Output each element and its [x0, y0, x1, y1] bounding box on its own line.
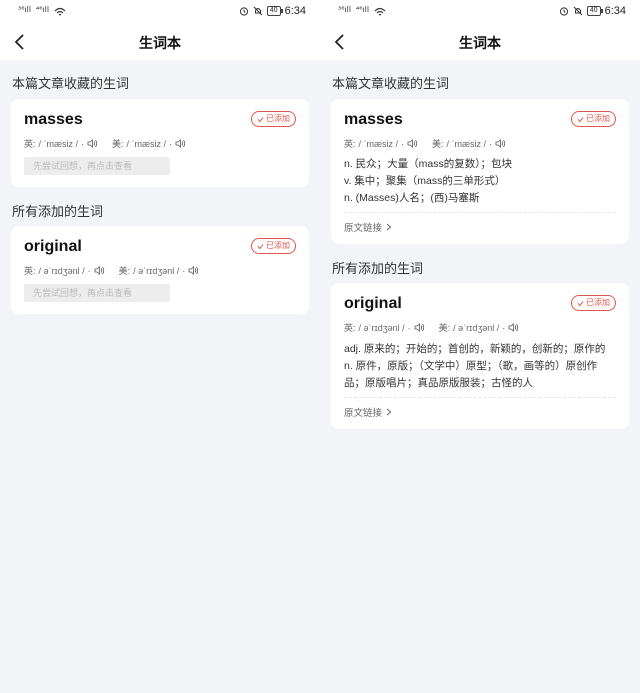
uk-label: 英:: [344, 323, 356, 333]
added-badge[interactable]: 已添加: [251, 111, 296, 127]
status-bar: ³⁶ıll ⁴⁶ıll 40 6:34: [320, 0, 640, 24]
definition-list: n. 民众；大量（mass的复数）；包块 v. 集中；聚集（mass的三单形式）…: [344, 156, 616, 207]
us-label: 美:: [432, 139, 444, 149]
word-card-original[interactable]: original 已添加 英: / əˈrɪdʒənl / · 美: / əˈr…: [11, 226, 309, 314]
uk-phonetic: / əˈrɪdʒənl /: [358, 322, 405, 333]
signal-1: ³⁶ıll: [18, 5, 32, 14]
screen-expanded: ³⁶ıll ⁴⁶ıll 40 6:34 生词本 本篇文章收藏的生词 masses…: [320, 0, 640, 693]
us-phonetic: / əˈrɪdʒənl /: [133, 265, 180, 276]
speaker-icon[interactable]: [87, 139, 98, 148]
uk-label: 英:: [24, 139, 36, 149]
added-label: 已添加: [586, 114, 610, 123]
page-title: 生词本: [139, 35, 181, 51]
screen-collapsed: ³⁶ıll ⁴⁶ıll 40 6:34 生词本 本篇文章收藏的生词 masses…: [0, 0, 320, 693]
clock: 6:34: [604, 5, 626, 17]
pronunciation-row: 英: / əˈrɪdʒənl / · 美: / əˈrɪdʒənl / ·: [24, 264, 199, 277]
uk-label: 英:: [344, 139, 356, 149]
us-label: 美:: [438, 323, 451, 333]
check-icon: [577, 300, 584, 306]
speaker-icon[interactable]: [508, 323, 519, 332]
word-card-masses[interactable]: masses 已添加 英: / ˈmæsiz / · 美: / ˈmæsiz /…: [11, 99, 309, 187]
wifi-icon: [54, 7, 66, 16]
definition-line: n. 民众；大量（mass的复数）；包块: [344, 158, 513, 170]
uk-phonetic: / ˈmæsiz /: [38, 138, 79, 149]
signal-1: ³⁶ıll: [338, 5, 352, 14]
speaker-icon[interactable]: [414, 323, 425, 332]
pronunciation-row: 英: / ˈmæsiz / · 美: / ˈmæsiz / ·: [24, 137, 186, 150]
speaker-icon[interactable]: [188, 266, 199, 275]
nav-bar: 生词本: [320, 24, 640, 60]
divider: [344, 397, 616, 398]
added-label: 已添加: [586, 298, 610, 307]
chevron-right-icon: [386, 408, 392, 416]
section-title-all: 所有添加的生词: [12, 204, 104, 219]
word-title: masses: [24, 111, 83, 128]
word-card-original[interactable]: original 已添加 英: / əˈrɪdʒənl / · 美: / əˈr…: [331, 283, 629, 429]
definition-line: adj. 原来的；开始的；首创的，新颖的，创新的；原作的: [344, 343, 606, 355]
pronunciation-row: 英: / əˈrɪdʒənl / · 美: / əˈrɪdʒənl / ·: [344, 321, 519, 334]
alarm-icon: [559, 7, 568, 16]
word-card-masses[interactable]: masses 已添加 英: / ˈmæsiz / · 美: / ˈmæsiz /…: [331, 99, 629, 244]
check-icon: [257, 116, 264, 122]
word-title: original: [24, 238, 82, 255]
added-label: 已添加: [266, 114, 290, 123]
wifi-icon: [374, 7, 386, 16]
battery-indicator: 40: [266, 6, 283, 16]
uk-phonetic: / ˈmæsiz /: [358, 138, 399, 149]
chevron-right-icon: [386, 223, 392, 231]
us-phonetic: / əˈrɪdʒənl /: [453, 322, 500, 333]
bell-off-icon: [573, 6, 583, 16]
us-phonetic: / ˈmæsiz /: [446, 138, 487, 149]
word-title: original: [344, 295, 402, 312]
clock: 6:34: [284, 5, 306, 17]
alarm-icon: [239, 7, 248, 16]
definition-line: n. (Masses)人名；(西)马塞斯: [344, 192, 480, 204]
definition-line: v. 集中；聚集（mass的三单形式）: [344, 175, 506, 187]
speaker-icon[interactable]: [407, 139, 418, 148]
source-link-label: 原文链接: [344, 223, 383, 234]
status-bar: ³⁶ıll ⁴⁶ıll 40 6:34: [0, 0, 320, 24]
definition-list: adj. 原来的；开始的；首创的，新颖的，创新的；原作的 n. 原件，原版；（文…: [344, 341, 616, 392]
section-title-all: 所有添加的生词: [332, 261, 424, 276]
us-label: 美:: [112, 139, 124, 149]
signal-2: ⁴⁶ıll: [356, 5, 370, 14]
section-title-article: 本篇文章收藏的生词: [332, 76, 450, 91]
us-label: 美:: [118, 266, 131, 276]
divider: [344, 212, 616, 213]
reveal-hint-button[interactable]: 先尝试回想，再点击查看: [24, 157, 170, 175]
word-title: masses: [344, 111, 403, 128]
uk-label: 英:: [24, 266, 36, 276]
check-icon: [577, 116, 584, 122]
added-badge[interactable]: 已添加: [571, 295, 616, 311]
battery-indicator: 40: [586, 6, 603, 16]
us-phonetic: / ˈmæsiz /: [126, 138, 167, 149]
page-title: 生词本: [459, 35, 501, 51]
speaker-icon[interactable]: [495, 139, 506, 148]
uk-phonetic: / əˈrɪdʒənl /: [38, 265, 85, 276]
speaker-icon[interactable]: [94, 266, 105, 275]
source-link-label: 原文链接: [344, 408, 383, 419]
bell-off-icon: [253, 6, 263, 16]
added-badge[interactable]: 已添加: [251, 238, 296, 254]
check-icon: [257, 243, 264, 249]
nav-bar: 生词本: [0, 24, 320, 60]
definition-line: n. 原件，原版；（文学中）原型；（歌，画等的）原创作品；原版唱片；真品原版服装…: [344, 360, 598, 389]
source-link[interactable]: 原文链接: [344, 405, 392, 419]
section-title-article: 本篇文章收藏的生词: [12, 76, 130, 91]
reveal-hint-button[interactable]: 先尝试回想，再点击查看: [24, 284, 170, 302]
speaker-icon[interactable]: [175, 139, 186, 148]
pronunciation-row: 英: / ˈmæsiz / · 美: / ˈmæsiz / ·: [344, 137, 506, 150]
added-label: 已添加: [266, 241, 290, 250]
added-badge[interactable]: 已添加: [571, 111, 616, 127]
source-link[interactable]: 原文链接: [344, 220, 392, 234]
signal-2: ⁴⁶ıll: [36, 5, 50, 14]
